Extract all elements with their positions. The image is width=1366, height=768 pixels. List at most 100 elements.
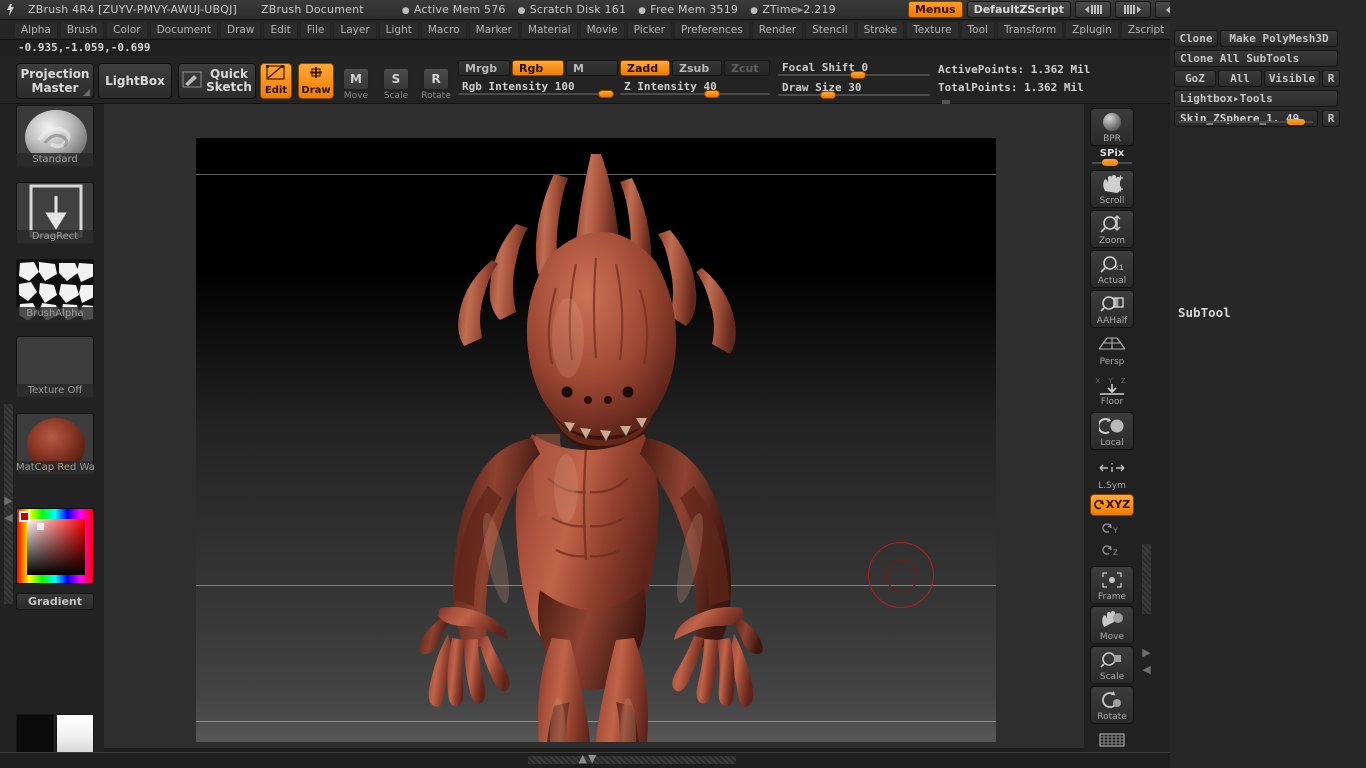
focal-shift-slider[interactable]: Focal Shift 0 bbox=[778, 61, 930, 79]
projection-master-button[interactable]: Projection Master bbox=[16, 63, 94, 99]
menu-item-edit[interactable]: Edit bbox=[263, 20, 298, 39]
quick-sketch-button[interactable]: Quick Sketch bbox=[178, 63, 256, 99]
lightbox-tools-button[interactable]: Lightbox▸Tools bbox=[1174, 90, 1338, 107]
draw-size-slider[interactable]: Draw Size 30 bbox=[778, 81, 930, 99]
menu-item-color[interactable]: Color bbox=[106, 20, 148, 39]
menu-item-stencil[interactable]: Stencil bbox=[805, 20, 855, 39]
menu-item-render[interactable]: Render bbox=[751, 20, 804, 39]
clone-all-subtools-button[interactable]: Clone All SubTools bbox=[1174, 50, 1338, 67]
texture-selector[interactable]: Texture Off bbox=[16, 336, 94, 398]
edit-button[interactable]: Edit bbox=[260, 63, 292, 99]
current-tool-knob[interactable] bbox=[1287, 119, 1305, 125]
menu-item-brush[interactable]: Brush bbox=[59, 20, 105, 39]
move-icon: M bbox=[343, 68, 369, 90]
menu-item-zplugin[interactable]: Zplugin bbox=[1065, 20, 1119, 39]
persp-button[interactable]: Persp bbox=[1090, 330, 1134, 368]
material-selector[interactable]: MatCap Red Wa bbox=[16, 413, 94, 475]
rgb-intensity-slider[interactable]: Rgb Intensity 100 bbox=[458, 80, 614, 98]
rotate-gizmo-button[interactable]: Rotate bbox=[1090, 686, 1134, 724]
color-picker-sv-marker[interactable] bbox=[37, 523, 44, 530]
menu-item-document[interactable]: Document bbox=[149, 20, 218, 39]
spix-knob[interactable] bbox=[1102, 159, 1118, 166]
alpha-selector[interactable]: BrushAlpha bbox=[16, 259, 94, 321]
secondary-color-swatch[interactable] bbox=[56, 714, 94, 754]
horizontal-scroll-right[interactable] bbox=[608, 756, 736, 764]
dropdown-corner-icon[interactable] bbox=[83, 89, 90, 96]
menu-item-movie[interactable]: Movie bbox=[579, 20, 625, 39]
record-button-2[interactable]: R bbox=[1322, 110, 1340, 127]
goz-button[interactable]: GoZ bbox=[1174, 70, 1216, 87]
rgb-toggle[interactable]: Rgb bbox=[512, 60, 564, 76]
menu-item-material[interactable]: Material bbox=[520, 20, 578, 39]
z-intensity-slider[interactable]: Z Intensity 40 bbox=[620, 80, 770, 98]
right-scroll-strip[interactable] bbox=[1142, 544, 1151, 614]
draw-button[interactable]: Draw bbox=[298, 63, 334, 99]
focal-shift-knob[interactable] bbox=[850, 71, 866, 79]
menus-button[interactable]: Menus bbox=[907, 1, 963, 18]
chevron-left-bars-icon[interactable] bbox=[1075, 1, 1111, 18]
menu-item-preferences[interactable]: Preferences bbox=[673, 20, 750, 39]
lightbox-button[interactable]: LightBox bbox=[98, 63, 172, 99]
gradient-button[interactable]: Gradient bbox=[16, 593, 94, 610]
scroll-button[interactable]: Scroll bbox=[1090, 170, 1134, 208]
menu-item-stroke[interactable]: Stroke bbox=[856, 20, 905, 39]
menu-item-alpha[interactable]: Alpha bbox=[14, 20, 58, 39]
zcut-toggle[interactable]: Zcut bbox=[724, 60, 770, 76]
make-polymesh3d-button[interactable]: Make PolyMesh3D bbox=[1220, 30, 1338, 47]
brush-selector[interactable]: Standard bbox=[16, 105, 94, 167]
move-gizmo-button[interactable]: Move bbox=[1090, 606, 1134, 644]
zsub-toggle[interactable]: Zsub bbox=[672, 60, 722, 76]
local-button[interactable]: Local bbox=[1090, 412, 1134, 450]
floor-button[interactable]: X Y Z Floor bbox=[1090, 370, 1134, 408]
scale-gizmo-button[interactable]: Scale bbox=[1090, 646, 1134, 684]
current-tool-slider[interactable]: Skin_ZSphere_1. 49 bbox=[1174, 110, 1318, 127]
color-picker-sv-area[interactable] bbox=[27, 519, 85, 575]
rotate-y-button[interactable]: Y bbox=[1090, 518, 1134, 540]
color-picker-icon[interactable] bbox=[16, 508, 94, 584]
rgb-intensity-knob[interactable] bbox=[598, 90, 614, 98]
clone-button[interactable]: Clone bbox=[1174, 30, 1218, 47]
menu-item-picker[interactable]: Picker bbox=[626, 20, 672, 39]
lsym-button[interactable]: L.Sym bbox=[1090, 454, 1134, 492]
menu-item-zscript[interactable]: Zscript bbox=[1120, 20, 1172, 39]
document-canvas[interactable] bbox=[196, 138, 996, 742]
stroke-selector[interactable]: DragRect bbox=[16, 182, 94, 244]
zadd-toggle[interactable]: Zadd bbox=[620, 60, 670, 76]
aahalf-button[interactable]: AAHalf bbox=[1090, 290, 1134, 328]
sculpt-model[interactable] bbox=[196, 138, 996, 742]
rotate-z-button[interactable]: Z bbox=[1090, 540, 1134, 562]
subtool-section-header[interactable]: SubTool bbox=[1170, 302, 1354, 322]
right-scroll-arrows-icon[interactable]: ▶ ◀ bbox=[1140, 644, 1153, 680]
zoom-button[interactable]: Zoom bbox=[1090, 210, 1134, 248]
canvas-area[interactable] bbox=[104, 104, 1084, 748]
horizontal-scroll-arrows-icon[interactable]: ▲▼ bbox=[566, 753, 610, 765]
menu-item-transform[interactable]: Transform bbox=[996, 20, 1064, 39]
menu-item-file[interactable]: File bbox=[299, 20, 332, 39]
actual-button[interactable]: x1 Actual bbox=[1090, 250, 1134, 288]
move-button[interactable]: M Move bbox=[338, 61, 374, 101]
scale-button[interactable]: S Scale bbox=[378, 61, 414, 101]
menu-item-macro[interactable]: Macro bbox=[420, 20, 467, 39]
menu-item-texture[interactable]: Texture bbox=[906, 20, 959, 39]
draw-size-knob[interactable] bbox=[820, 91, 836, 99]
color-picker-hue-marker[interactable] bbox=[19, 511, 30, 522]
rotate-xyz-button[interactable]: XYZ bbox=[1090, 494, 1134, 516]
bpr-button[interactable]: BPR bbox=[1090, 108, 1134, 146]
mrgb-toggle[interactable]: Mrgb bbox=[458, 60, 510, 76]
menu-item-tool[interactable]: Tool bbox=[960, 20, 995, 39]
left-scroll-arrows-icon[interactable]: ▶ ◀ bbox=[2, 492, 15, 528]
m-toggle[interactable]: M bbox=[566, 60, 618, 76]
menu-item-marker[interactable]: Marker bbox=[468, 20, 519, 39]
record-button-1[interactable]: R bbox=[1322, 70, 1340, 87]
primary-color-swatch[interactable] bbox=[16, 714, 54, 754]
menu-item-light[interactable]: Light bbox=[378, 20, 419, 39]
frame-button[interactable]: Frame bbox=[1090, 566, 1134, 604]
bars-chevron-right-icon[interactable] bbox=[1115, 1, 1151, 18]
menu-item-draw[interactable]: Draw bbox=[220, 20, 262, 39]
z-intensity-knob[interactable] bbox=[704, 90, 720, 98]
visible-button[interactable]: Visible bbox=[1264, 70, 1320, 87]
all-button[interactable]: All bbox=[1218, 70, 1262, 87]
zscript-button[interactable]: DefaultZScript bbox=[966, 1, 1071, 18]
rotate-button[interactable]: R Rotate bbox=[418, 61, 454, 101]
menu-item-layer[interactable]: Layer bbox=[333, 20, 377, 39]
